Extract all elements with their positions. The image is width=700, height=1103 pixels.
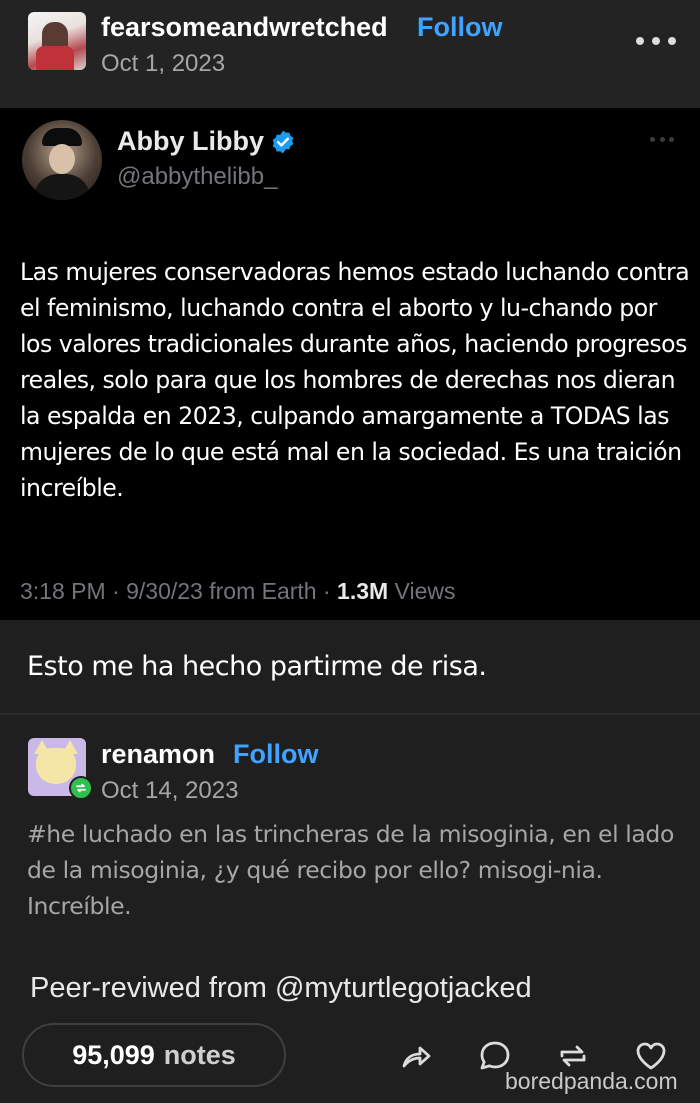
reblog-follow-button[interactable]: Follow — [233, 739, 318, 770]
tweet-views-count: 1.3M — [337, 578, 389, 604]
reblog-icon — [69, 776, 93, 800]
tweet-author-name-text: Abby Libby — [117, 126, 264, 156]
tweet-avatar — [22, 120, 102, 200]
tweet-text: Las mujeres conservadoras hemos estado l… — [20, 258, 690, 502]
notes-count: 95,099 — [72, 1039, 155, 1070]
peer-reviewed-text: Peer-reviwed from @myturtlegotjacked — [30, 972, 532, 1004]
notes-button[interactable]: 95,099 notes — [22, 1023, 286, 1087]
more-icon[interactable] — [636, 30, 676, 52]
watermark: boredpanda.com — [505, 1068, 678, 1094]
post-caption: Esto me ha hecho partirme de risa. — [27, 651, 487, 682]
tweet-meta: 3:18 PM · 9/30/23 from Earth · 1.3M View… — [20, 578, 456, 605]
tweet-author-name: Abby Libby — [117, 126, 296, 157]
post-date: Oct 1, 2023 — [101, 50, 226, 77]
verified-icon — [272, 130, 294, 153]
reblog-tags[interactable]: #he luchado en las trincheras de la miso… — [27, 816, 677, 924]
divider — [0, 713, 700, 715]
tweet-more-icon — [650, 135, 674, 143]
post-username[interactable]: fearsomeandwretched — [101, 12, 388, 43]
notes-label: notes — [163, 1039, 236, 1070]
reblog-date: Oct 14, 2023 — [101, 777, 239, 804]
tweet-views-label: Views — [388, 578, 456, 604]
post-header: fearsomeandwretched Follow Oct 1, 2023 — [0, 0, 700, 108]
reblog-username[interactable]: renamon — [101, 739, 215, 770]
follow-button[interactable]: Follow — [417, 12, 502, 43]
tweet-handle: @abbythelibb_ — [117, 163, 278, 190]
tweet-meta-time: 3:18 PM · 9/30/23 from Earth · — [20, 578, 338, 604]
avatar[interactable] — [28, 12, 86, 70]
share-icon[interactable] — [398, 1038, 434, 1074]
tweet-screenshot: Abby Libby @abbythelibb_ Las mujeres con… — [0, 108, 700, 620]
